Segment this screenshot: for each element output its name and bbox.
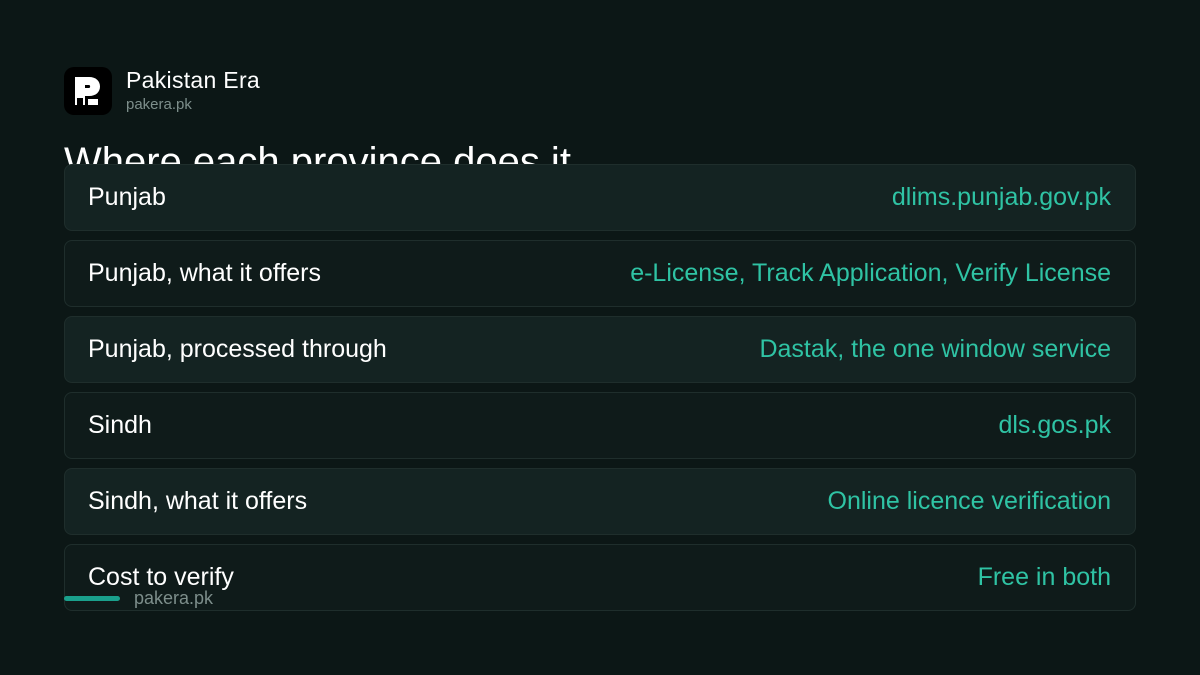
row-value: Online licence verification: [827, 487, 1111, 515]
pakera-logo-icon: [64, 66, 112, 115]
row-value: Free in both: [977, 563, 1111, 591]
info-row-sindh: Sindh dls.gos.pk: [64, 392, 1136, 459]
footer: pakera.pk: [64, 587, 213, 609]
brand-header: Pakistan Era pakera.pk: [64, 66, 260, 115]
page: Pakistan Era pakera.pk Where each provin…: [0, 0, 1200, 675]
brand-domain: pakera.pk: [126, 96, 192, 113]
info-row-punjab: Punjab dlims.punjab.gov.pk: [64, 164, 1136, 231]
row-value: e-License, Track Application, Verify Lic…: [630, 259, 1111, 287]
brand-name: Pakistan Era: [126, 67, 260, 93]
row-label: Punjab: [88, 183, 166, 211]
info-row-punjab-processed: Punjab, processed through Dastak, the on…: [64, 316, 1136, 383]
row-label: Sindh: [88, 411, 152, 439]
footer-accent-bar: [64, 595, 120, 601]
brand-text: Pakistan Era pakera.pk: [126, 66, 260, 115]
row-value: dlims.punjab.gov.pk: [891, 183, 1111, 211]
info-row-sindh-offers: Sindh, what it offers Online licence ver…: [64, 468, 1136, 535]
row-label: Punjab, processed through: [88, 335, 387, 363]
info-rows: Punjab dlims.punjab.gov.pk Punjab, what …: [64, 164, 1136, 620]
row-value: dls.gos.pk: [998, 411, 1111, 439]
row-value: Dastak, the one window service: [759, 335, 1111, 363]
footer-domain: pakera.pk: [134, 588, 214, 608]
row-label: Sindh, what it offers: [88, 487, 308, 515]
info-row-cost: Cost to verify Free in both: [64, 544, 1136, 611]
row-label: Punjab, what it offers: [88, 259, 322, 287]
info-row-punjab-offers: Punjab, what it offers e-License, Track …: [64, 240, 1136, 307]
